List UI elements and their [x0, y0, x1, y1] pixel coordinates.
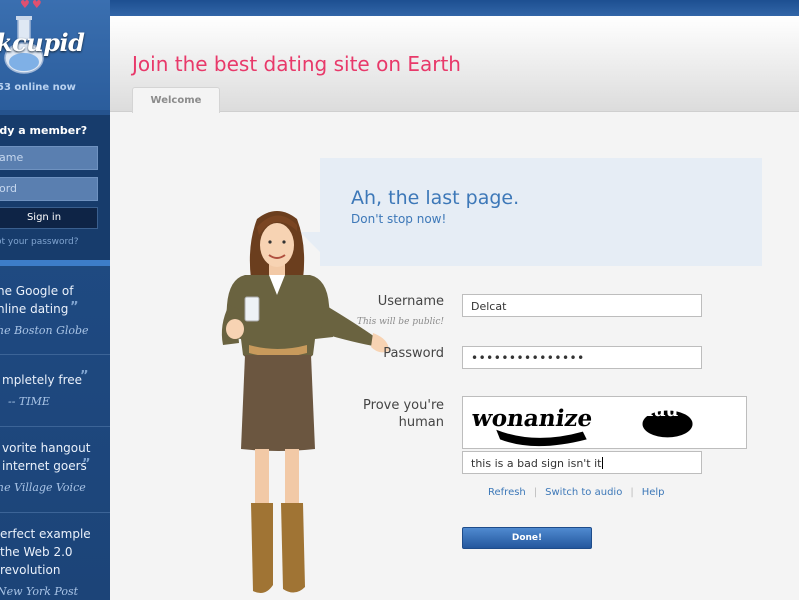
username-hint: This will be public! [356, 317, 444, 327]
captcha-answer-text: this is a bad sign isn't it [471, 457, 602, 470]
quote-text: vorite hangout internet goers [2, 441, 91, 473]
quote-mark-icon: ” [82, 457, 91, 472]
quote-source: New York Post [0, 585, 79, 598]
sign-in-button[interactable]: Sign in [0, 207, 98, 229]
quote-mark-icon: ” [80, 369, 89, 384]
password-field[interactable]: ••••••••••••••• [462, 346, 702, 369]
switch-to-audio-link[interactable]: Switch to audio [545, 487, 622, 498]
main-content: Join the best dating site on Earth Welco… [110, 0, 799, 600]
logo-text: kcupid [0, 28, 85, 57]
username-label: Username [377, 294, 444, 309]
quote-item: mpletely free ” -- TIME [0, 354, 110, 426]
login-box: ady a member? ame ord Sign in ot your pa… [0, 115, 110, 260]
sidebar: ♥♥ kcupid 53 online now ady a member? am… [0, 0, 110, 600]
captcha-image: wonanize nuu [462, 396, 747, 449]
username-field[interactable]: Delcat [462, 294, 702, 317]
quote-text: erfect example the Web 2.0 revolution [0, 527, 91, 577]
captcha-answer-field[interactable]: this is a bad sign isn't it [462, 451, 702, 474]
text-caret [601, 457, 603, 469]
quote-source: -- TIME [8, 395, 50, 408]
username-input[interactable]: ame [0, 146, 98, 170]
refresh-link[interactable]: Refresh [488, 487, 526, 498]
quote-text: he Google of nline dating [0, 284, 74, 316]
quote-source: he Village Voice [0, 481, 86, 494]
forgot-password-link[interactable]: ot your password? [0, 237, 79, 247]
quote-text: mpletely free [2, 373, 83, 387]
captcha-word-1: wonanize [469, 405, 594, 432]
tab-welcome[interactable]: Welcome [132, 87, 220, 113]
page-title: Join the best dating site on Earth [132, 52, 461, 76]
quote-item: vorite hangout internet goers ” he Villa… [0, 426, 110, 512]
password-input[interactable]: ord [0, 177, 98, 201]
logo[interactable]: ♥♥ kcupid 53 online now [0, 0, 110, 110]
captcha-label: Prove you're [363, 398, 444, 413]
password-label: Password [383, 346, 444, 361]
help-link[interactable]: Help [642, 487, 665, 498]
quote-mark-icon: ” [70, 300, 79, 315]
quote-item: he Google of nline dating ” he Boston Gl… [0, 268, 110, 354]
sidebar-divider [0, 260, 110, 266]
captcha-label-line2: human [398, 415, 444, 430]
link-separator: | [630, 487, 634, 498]
online-count: 53 online now [0, 82, 76, 93]
top-strip [110, 0, 799, 16]
page-header: Join the best dating site on Earth Welco… [110, 16, 799, 113]
quote-item: erfect example the Web 2.0 revolution Ne… [0, 512, 110, 600]
captcha-word-2: nuu [641, 401, 679, 421]
member-heading: ady a member? [0, 124, 88, 137]
done-button[interactable]: Done! [462, 527, 592, 549]
captcha-links: Refresh | Switch to audio | Help [488, 487, 665, 498]
link-separator: | [533, 487, 538, 498]
quote-source: he Boston Globe [0, 324, 89, 337]
